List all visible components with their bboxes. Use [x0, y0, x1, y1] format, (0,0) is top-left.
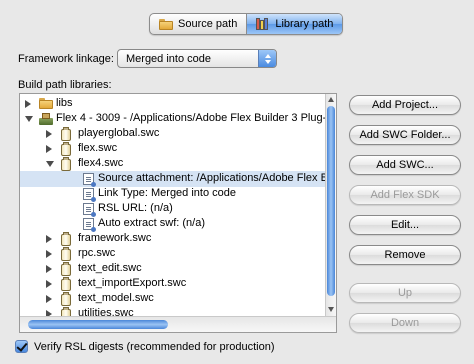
- tree-row-label: Auto extract swf: (n/a): [98, 217, 205, 229]
- verify-rsl-label: Verify RSL digests (recommended for prod…: [34, 340, 275, 353]
- add-flex-sdk-button[interactable]: Add Flex SDK: [349, 185, 461, 205]
- disclosure-closed-icon[interactable]: [25, 100, 31, 108]
- tree-row-label: Link Type: Merged into code: [98, 187, 236, 199]
- tab-source-path-label: Source path: [178, 18, 238, 30]
- tree-row[interactable]: text_edit.swc: [20, 261, 330, 277]
- tree-row[interactable]: text_importExport.swc: [20, 276, 330, 292]
- verify-rsl-checkbox[interactable]: [15, 340, 28, 353]
- framework-linkage-select[interactable]: Merged into code: [117, 49, 277, 68]
- tab-library-path[interactable]: Library path: [246, 14, 343, 34]
- framework-linkage-value: Merged into code: [126, 52, 211, 65]
- tab-source-path[interactable]: Source path: [150, 14, 246, 34]
- tree-horizontal-scrollbar[interactable]: [20, 316, 336, 332]
- scroll-down-arrow-icon[interactable]: [328, 307, 334, 312]
- tree-row-label: text_model.swc: [78, 292, 154, 304]
- tree-row[interactable]: flex4.swc: [20, 156, 330, 172]
- build-path-libraries-label: Build path libraries:: [18, 79, 112, 91]
- horizontal-scroll-thumb[interactable]: [28, 320, 168, 329]
- tree-row-label: Flex 4 - 3009 - /Applications/Adobe Flex…: [56, 112, 335, 124]
- tree-row-label: RSL URL: (n/a): [98, 202, 173, 214]
- edit-button[interactable]: Edit...: [349, 215, 461, 235]
- tree-vertical-scrollbar[interactable]: [325, 94, 336, 316]
- down-button[interactable]: Down: [349, 313, 461, 333]
- tree-row-label: text_importExport.swc: [78, 277, 187, 289]
- folder-icon: [159, 18, 173, 30]
- vertical-scroll-thumb[interactable]: [327, 106, 335, 296]
- build-path-tree[interactable]: libs Flex 4 - 3009 - /Applications/Adobe …: [19, 93, 337, 333]
- disclosure-closed-icon[interactable]: [46, 280, 52, 288]
- disclosure-closed-icon[interactable]: [46, 130, 52, 138]
- tree-row-label: rpc.swc: [78, 247, 116, 259]
- tree-row-label: flex.swc: [78, 142, 118, 154]
- add-swc-button[interactable]: Add SWC...: [349, 155, 461, 175]
- disclosure-open-icon[interactable]: [25, 116, 33, 122]
- up-button[interactable]: Up: [349, 283, 461, 303]
- framework-linkage-label: Framework linkage:: [18, 53, 114, 65]
- tree-row-selected[interactable]: Source attachment: /Applications/Adobe F…: [20, 171, 336, 187]
- tree-row-label: Source attachment: /Applications/Adobe F…: [98, 172, 337, 184]
- add-swc-folder-button[interactable]: Add SWC Folder...: [349, 125, 461, 145]
- tree-row-label: libs: [56, 97, 73, 109]
- disclosure-closed-icon[interactable]: [46, 145, 52, 153]
- books-icon: [256, 18, 270, 30]
- tree-row-label: text_edit.swc: [78, 262, 142, 274]
- path-tab-control: Source path Library path: [149, 13, 344, 35]
- folder-icon: [39, 98, 53, 112]
- disclosure-open-icon[interactable]: [46, 161, 54, 167]
- tree-row[interactable]: libs: [20, 96, 330, 112]
- tree-row[interactable]: RSL URL: (n/a): [20, 201, 330, 217]
- disclosure-closed-icon[interactable]: [46, 250, 52, 258]
- tree-row-label: playerglobal.swc: [78, 127, 160, 139]
- tree-row[interactable]: Auto extract swf: (n/a): [20, 216, 330, 232]
- remove-button[interactable]: Remove: [349, 245, 461, 265]
- tree-row-label: framework.swc: [78, 232, 152, 244]
- tree-row[interactable]: framework.swc: [20, 231, 330, 247]
- disclosure-closed-icon[interactable]: [46, 235, 52, 243]
- tree-row[interactable]: text_model.swc: [20, 291, 330, 307]
- disclosure-closed-icon[interactable]: [46, 265, 52, 273]
- tree-row[interactable]: flex.swc: [20, 141, 330, 157]
- tab-library-path-label: Library path: [275, 18, 334, 30]
- disclosure-closed-icon[interactable]: [46, 295, 52, 303]
- verify-rsl-row[interactable]: Verify RSL digests (recommended for prod…: [15, 340, 274, 353]
- tree-row[interactable]: Link Type: Merged into code: [20, 186, 330, 202]
- scroll-up-arrow-icon[interactable]: [328, 97, 334, 102]
- tree-row-label: flex4.swc: [78, 157, 124, 169]
- tree-row[interactable]: Flex 4 - 3009 - /Applications/Adobe Flex…: [20, 111, 335, 127]
- select-arrows-icon: [258, 50, 276, 67]
- tree-row[interactable]: playerglobal.swc: [20, 126, 330, 142]
- tree-row[interactable]: rpc.swc: [20, 246, 330, 262]
- add-project-button[interactable]: Add Project...: [349, 95, 461, 115]
